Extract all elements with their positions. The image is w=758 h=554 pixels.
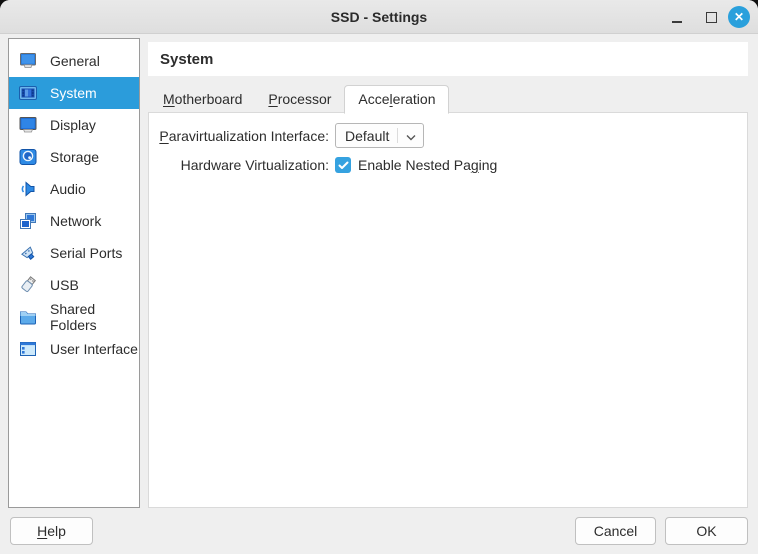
sidebar-item-label: Network (50, 213, 101, 229)
paravirtualization-value: Default (345, 128, 389, 144)
serial-ports-icon (17, 242, 39, 264)
help-button[interactable]: Help (10, 517, 93, 545)
sidebar-item-label: General (50, 53, 100, 69)
sidebar-item-label: USB (50, 277, 79, 293)
hardware-virtualization-label: Hardware Virtualization: (149, 157, 329, 173)
sidebar-item-label: Shared Folders (50, 301, 139, 333)
sidebar-item-serial-ports[interactable]: Serial Ports (9, 237, 139, 269)
titlebar[interactable]: SSD - Settings ✕ (0, 0, 758, 34)
sidebar-item-general[interactable]: General (9, 45, 139, 77)
tab-acceleration[interactable]: Acceleration (344, 85, 449, 114)
acceleration-panel: Paravirtualization Interface: Default Ha… (148, 112, 748, 508)
user-interface-icon (17, 338, 39, 360)
sidebar-item-network[interactable]: Network (9, 205, 139, 237)
network-icon (17, 210, 39, 232)
paravirtualization-label: Paravirtualization Interface: (149, 128, 329, 144)
nested-paging-checkbox[interactable] (335, 157, 351, 173)
system-icon (17, 82, 39, 104)
sidebar-item-user-interface[interactable]: User Interface (9, 333, 139, 365)
sidebar-item-display[interactable]: Display (9, 109, 139, 141)
tab-motherboard[interactable]: Motherboard (150, 86, 255, 113)
paravirtualization-row: Paravirtualization Interface: Default (149, 123, 424, 148)
minimize-button[interactable] (668, 0, 686, 34)
shared-folders-icon (17, 306, 39, 328)
sidebar-item-usb[interactable]: USB (9, 269, 139, 301)
close-icon: ✕ (728, 6, 750, 28)
maximize-icon (706, 12, 717, 23)
sidebar-item-shared-folders[interactable]: Shared Folders (9, 301, 139, 333)
sidebar-item-storage[interactable]: Storage (9, 141, 139, 173)
sidebar-item-system[interactable]: System (9, 77, 139, 109)
sidebar-item-label: System (50, 85, 97, 101)
sidebar-item-label: Audio (50, 181, 86, 197)
hardware-virtualization-row: Hardware Virtualization: Enable Nested P… (149, 157, 497, 173)
sidebar-item-label: Serial Ports (50, 245, 122, 261)
page-header: System (148, 42, 748, 76)
ok-button[interactable]: OK (665, 517, 748, 545)
paravirtualization-select[interactable]: Default (335, 123, 424, 148)
sidebar-item-label: User Interface (50, 341, 138, 357)
tab-processor[interactable]: Processor (255, 86, 344, 113)
cancel-button[interactable]: Cancel (575, 517, 656, 545)
dropdown-separator (397, 128, 398, 143)
storage-icon (17, 146, 39, 168)
minimize-icon (672, 21, 682, 23)
settings-window: SSD - Settings ✕ General System (0, 0, 758, 554)
usb-icon (17, 274, 39, 296)
sidebar-item-audio[interactable]: Audio (9, 173, 139, 205)
general-icon (17, 50, 39, 72)
close-button[interactable]: ✕ (727, 0, 751, 34)
chevron-down-icon (406, 128, 416, 144)
sidebar-item-label: Display (50, 117, 96, 133)
page-title: System (160, 51, 213, 68)
window-title: SSD - Settings (331, 9, 427, 25)
settings-category-list: General System Display Storage Audio (8, 38, 140, 508)
display-icon (17, 114, 39, 136)
nested-paging-checkbox-label[interactable]: Enable Nested Paging (358, 157, 497, 173)
system-tabs: Motherboard Processor Acceleration (150, 86, 449, 113)
audio-icon (17, 178, 39, 200)
maximize-button[interactable] (702, 0, 720, 34)
checkmark-icon (338, 161, 349, 170)
sidebar-item-label: Storage (50, 149, 99, 165)
